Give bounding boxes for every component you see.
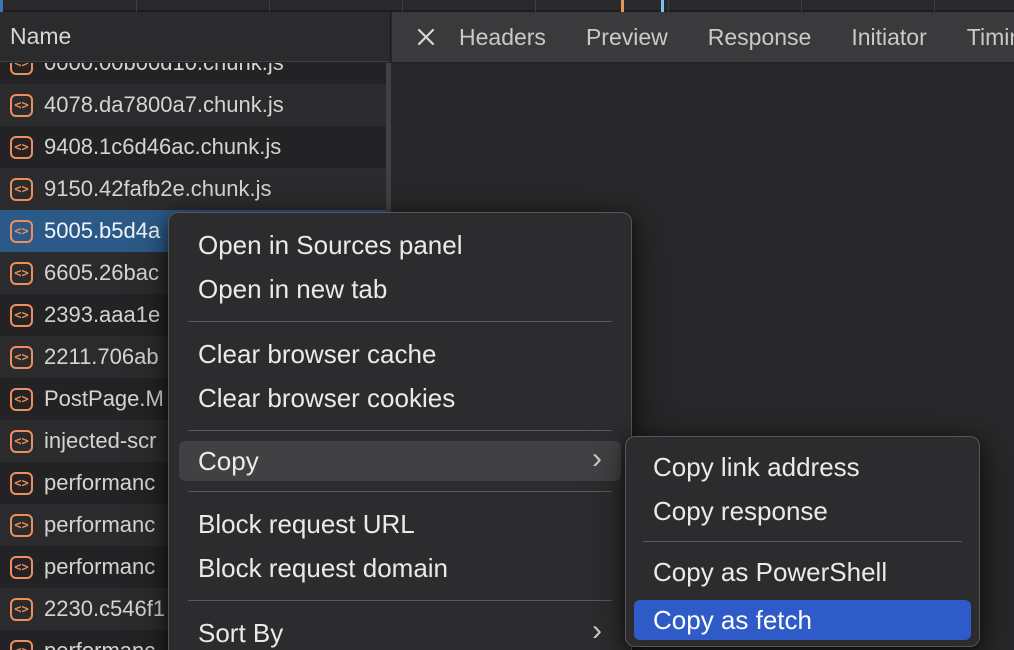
request-name: performanc — [44, 554, 155, 580]
tab-preview[interactable]: Preview — [586, 24, 668, 51]
request-name: 9150.42fafb2e.chunk.js — [44, 176, 272, 202]
overview-gridline — [668, 0, 669, 12]
request-name: performanc — [44, 638, 155, 650]
context-menu: Open in Sources panel Open in new tab Cl… — [168, 212, 632, 650]
script-file-icon: <> — [10, 514, 33, 537]
dom-content-loaded-marker — [621, 0, 624, 12]
menu-item-copy-as-powershell[interactable]: Copy as PowerShell — [634, 550, 971, 594]
tab-headers[interactable]: Headers — [459, 24, 546, 51]
script-file-icon: <> — [10, 63, 33, 75]
menu-separator — [188, 600, 612, 601]
menu-separator — [188, 321, 612, 322]
menu-item-copy-link-address[interactable]: Copy link address — [634, 445, 971, 489]
overview-gridline — [535, 0, 536, 12]
script-file-icon: <> — [10, 346, 33, 369]
script-file-icon: <> — [10, 472, 33, 495]
overview-gridline — [269, 0, 270, 12]
overview-gridline — [402, 0, 403, 12]
request-name: 6605.26bac — [44, 260, 159, 286]
request-name: 5005.b5d4a — [44, 218, 160, 244]
tab-response[interactable]: Response — [708, 24, 812, 51]
request-name: 9408.1c6d46ac.chunk.js — [44, 134, 281, 160]
request-name: PostPage.M — [44, 386, 164, 412]
request-name: 4078.da7800a7.chunk.js — [44, 92, 284, 118]
close-icon — [416, 27, 436, 47]
devtools-window: Name <> 0000.00b00d10.chunk.js <> 4078.d… — [0, 0, 1014, 650]
menu-item-open-in-sources[interactable]: Open in Sources panel — [179, 223, 621, 267]
script-file-icon: <> — [10, 430, 33, 453]
overview-gridline — [801, 0, 802, 12]
copy-submenu: Copy link address Copy response Copy as … — [625, 436, 980, 647]
tab-timing[interactable]: Timing — [967, 24, 1014, 51]
load-event-marker — [661, 0, 664, 12]
overview-gridline — [136, 0, 137, 12]
script-file-icon: <> — [10, 220, 33, 243]
table-row[interactable]: <> 9150.42fafb2e.chunk.js — [0, 168, 386, 210]
menu-item-copy-as-fetch[interactable]: Copy as fetch — [634, 600, 971, 640]
request-name: injected-scr — [44, 428, 156, 454]
script-file-icon: <> — [10, 640, 33, 650]
menu-item-block-request-domain[interactable]: Block request domain — [179, 546, 621, 590]
request-name: 2230.c546f1 — [44, 596, 165, 622]
overview-gridline — [934, 0, 935, 12]
request-name: 2211.706ab — [44, 344, 159, 370]
close-detail-button[interactable] — [416, 21, 436, 53]
menu-item-copy-response[interactable]: Copy response — [634, 489, 971, 533]
menu-separator — [188, 430, 612, 431]
script-file-icon: <> — [10, 556, 33, 579]
request-name: performanc — [44, 470, 155, 496]
script-file-icon: <> — [10, 598, 33, 621]
table-row[interactable]: <> 0000.00b00d10.chunk.js — [0, 63, 386, 84]
menu-item-clear-browser-cache[interactable]: Clear browser cache — [179, 332, 621, 376]
script-file-icon: <> — [10, 388, 33, 411]
request-name: performanc — [44, 512, 155, 538]
menu-item-open-in-new-tab[interactable]: Open in new tab — [179, 267, 621, 311]
menu-separator — [188, 491, 612, 492]
table-row[interactable]: <> 4078.da7800a7.chunk.js — [0, 84, 386, 126]
tab-initiator[interactable]: Initiator — [851, 24, 926, 51]
menu-item-sort-by[interactable]: Sort By › — [179, 611, 621, 650]
network-overview-strip[interactable] — [0, 0, 1014, 12]
detail-tabbar: Headers Preview Response Initiator Timin… — [392, 12, 1014, 64]
overview-selection-marker — [0, 0, 3, 12]
script-file-icon: <> — [10, 262, 33, 285]
script-file-icon: <> — [10, 136, 33, 159]
script-file-icon: <> — [10, 178, 33, 201]
script-file-icon: <> — [10, 304, 33, 327]
name-column-header[interactable]: Name — [0, 12, 390, 62]
menu-item-clear-browser-cookies[interactable]: Clear browser cookies — [179, 376, 621, 420]
table-row[interactable]: <> 9408.1c6d46ac.chunk.js — [0, 126, 386, 168]
menu-item-copy[interactable]: Copy › — [179, 441, 621, 481]
script-file-icon: <> — [10, 94, 33, 117]
request-name: 2393.aaa1e — [44, 302, 160, 328]
menu-separator — [643, 541, 962, 542]
request-name: 0000.00b00d10.chunk.js — [44, 63, 284, 76]
menu-item-block-request-url[interactable]: Block request URL — [179, 502, 621, 546]
